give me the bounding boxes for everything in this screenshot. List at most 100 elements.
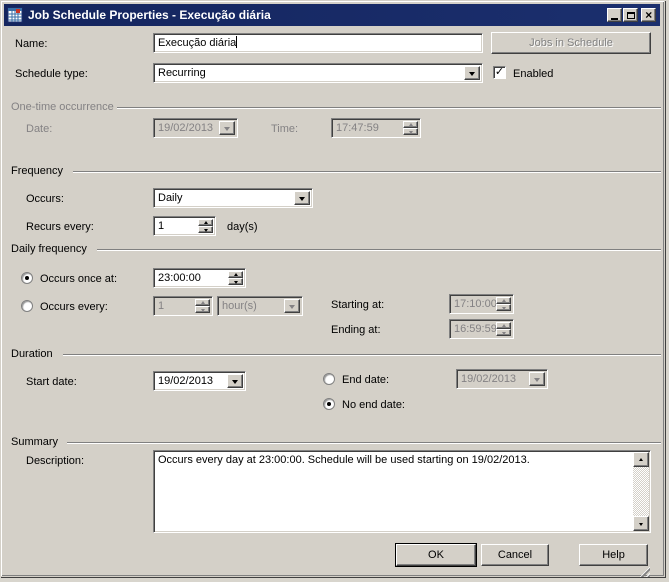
schedule-calendar-icon (7, 7, 23, 23)
occurs-once-time-spinner[interactable]: 23:00:00 (153, 268, 246, 288)
enabled-checkbox[interactable]: ✓ (493, 66, 506, 79)
end-date-label: End date: (342, 374, 390, 386)
starting-at-value: 17:10:00 (454, 298, 497, 310)
minimize-button[interactable] (607, 8, 622, 22)
start-date-dropdown-button[interactable] (227, 374, 243, 388)
description-value: Occurs every day at 23:00:00. Schedule w… (158, 454, 530, 466)
occurs-every-radio[interactable] (21, 300, 33, 312)
help-button[interactable]: Help (579, 544, 648, 566)
date-label: Date: (26, 123, 53, 135)
group-divider (97, 249, 661, 250)
description-textbox[interactable]: Occurs every day at 23:00:00. Schedule w… (153, 450, 651, 533)
help-label: Help (602, 549, 625, 561)
frequency-group-label: Frequency (11, 165, 63, 177)
name-value: Execução diária (158, 37, 237, 49)
enabled-label: Enabled (513, 68, 554, 80)
end-date-value: 19/02/2013 (461, 373, 517, 385)
recurs-every-spinner[interactable]: 1 (153, 216, 216, 236)
chevron-up-icon (501, 323, 506, 327)
chevron-down-icon (534, 377, 540, 382)
group-divider (63, 354, 661, 355)
chevron-up-icon (501, 298, 506, 302)
every-unit-dropdown-button (284, 299, 300, 313)
starting-at-label: Starting at: (331, 299, 385, 311)
occurs-dropdown-button[interactable] (294, 191, 310, 205)
ending-at-value: 16:59:59 (454, 323, 497, 335)
recurs-every-value: 1 (158, 220, 165, 232)
chevron-down-icon (299, 196, 305, 201)
every-up-button (195, 299, 210, 306)
name-label: Name: (15, 38, 48, 50)
starting-at-spinner: 17:10:00 (449, 294, 514, 314)
summary-group-label: Summary (11, 436, 59, 448)
time-label: Time: (271, 123, 299, 135)
start-date-value: 19/02/2013 (158, 375, 214, 387)
every-unit-select: hour(s) (217, 296, 303, 316)
maximize-icon (626, 11, 635, 19)
chevron-down-icon (224, 126, 230, 131)
window-title: Job Schedule Properties - Execução diári… (28, 8, 271, 22)
recurs-every-label: Recurs every: (26, 221, 94, 233)
occurs-label: Occurs: (26, 193, 64, 205)
maximize-button[interactable] (623, 8, 638, 22)
chevron-down-icon (501, 331, 506, 335)
no-end-date-label: No end date: (342, 399, 405, 411)
chevron-down-icon (408, 130, 413, 134)
duration-group-label: Duration (11, 348, 53, 360)
occurs-value: Daily (158, 192, 183, 204)
close-icon: × (644, 7, 652, 22)
daily-frequency-group-label: Daily frequency (11, 243, 87, 255)
recurs-down-button[interactable] (198, 226, 213, 233)
starting-down-button (496, 304, 511, 311)
time-up-button (403, 121, 418, 128)
minimize-icon (611, 17, 618, 20)
ok-button[interactable]: OK (396, 544, 476, 566)
group-divider (117, 107, 661, 108)
occurs-every-value: 1 (158, 300, 165, 312)
date-dropdown-button (219, 121, 235, 135)
description-label: Description: (26, 455, 85, 467)
schedule-type-select[interactable]: Recurring (153, 63, 483, 83)
schedule-type-value: Recurring (158, 67, 206, 79)
chevron-down-icon (233, 280, 238, 284)
occurs-every-label: Occurs every: (40, 301, 108, 313)
occurs-select[interactable]: Daily (153, 188, 313, 208)
every-unit-value: hour(s) (222, 300, 257, 312)
cancel-label: Cancel (497, 549, 533, 561)
cancel-button[interactable]: Cancel (481, 544, 549, 566)
time-value: 17:47:59 (336, 122, 379, 134)
group-divider (67, 442, 661, 443)
titlebar: Job Schedule Properties - Execução diári… (4, 4, 660, 26)
every-down-button (195, 306, 210, 313)
ending-at-label: Ending at: (331, 324, 381, 336)
date-value: 19/02/2013 (158, 122, 214, 134)
description-scrollbar[interactable] (633, 452, 649, 531)
occurs-every-spinner: 1 (153, 296, 213, 316)
once-down-button[interactable] (228, 278, 243, 285)
start-date-select[interactable]: 19/02/2013 (153, 371, 246, 391)
chevron-up-icon (200, 300, 205, 304)
chevron-down-icon (200, 308, 205, 312)
chevron-down-icon (289, 304, 295, 309)
chevron-down-icon (501, 306, 506, 310)
text-caret (236, 36, 238, 48)
schedule-type-label: Schedule type: (15, 68, 88, 80)
scroll-down-button[interactable] (633, 516, 649, 531)
recurs-up-button[interactable] (198, 219, 213, 226)
window-controls: × (606, 8, 656, 22)
end-date-radio[interactable] (323, 373, 335, 385)
date-select: 19/02/2013 (153, 118, 238, 138)
ending-down-button (496, 329, 511, 336)
no-end-date-radio[interactable] (323, 398, 335, 410)
chevron-up-icon (408, 122, 413, 126)
occurs-once-radio[interactable] (21, 272, 33, 284)
schedule-type-dropdown-button[interactable] (464, 66, 480, 80)
jobs-in-schedule-button: Jobs in Schedule (491, 32, 651, 54)
chevron-down-icon (639, 522, 643, 526)
name-input[interactable]: Execução diária (153, 33, 483, 53)
once-up-button[interactable] (228, 271, 243, 278)
close-button[interactable]: × (641, 8, 656, 22)
job-schedule-properties-dialog: Job Schedule Properties - Execução diári… (0, 0, 665, 577)
ending-up-button (496, 322, 511, 329)
scroll-up-button[interactable] (633, 452, 649, 467)
